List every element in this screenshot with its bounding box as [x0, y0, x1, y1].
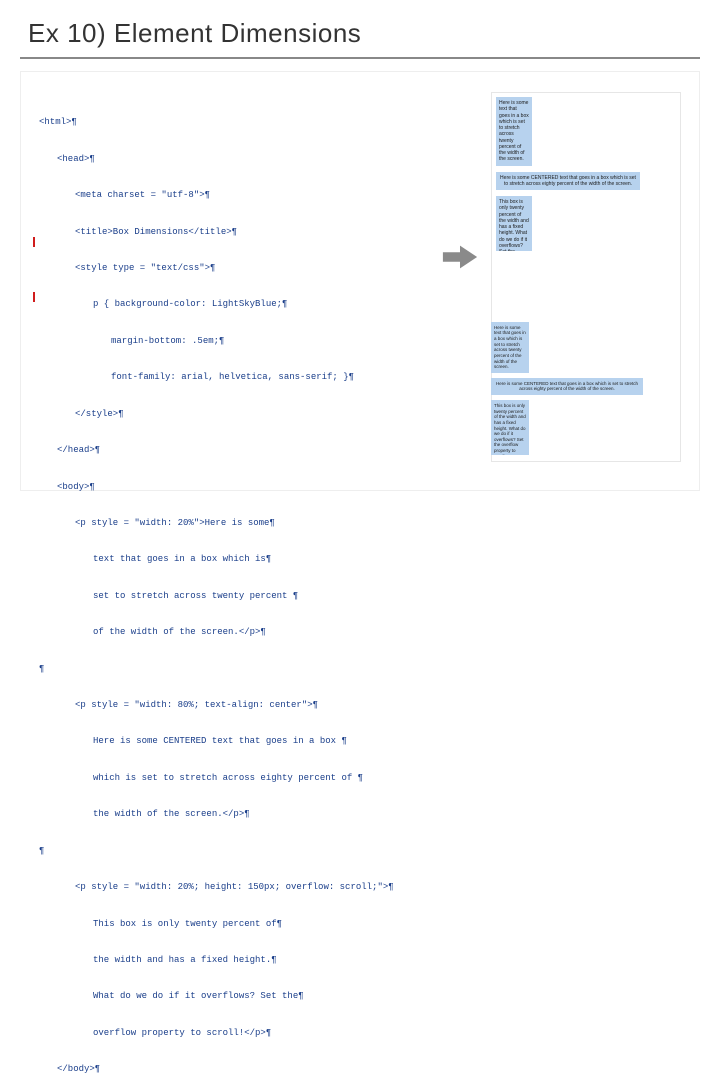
code-line: <body>¶ — [39, 481, 429, 493]
code-line: <html>¶ — [39, 116, 429, 128]
code-line: set to stretch across twenty percent ¶ — [39, 590, 429, 602]
code-line: font-family: arial, helvetica, sans-seri… — [39, 371, 429, 383]
preview-box-20-b: Here is some text that goes in a box whi… — [491, 322, 529, 373]
content-area: <html>¶ <head>¶ <meta charset = "utf-8">… — [20, 71, 700, 491]
code-line: </body>¶ — [39, 1063, 429, 1075]
code-line: which is set to stretch across eighty pe… — [39, 772, 429, 784]
preview-box-20: Here is some text that goes in a box whi… — [496, 97, 532, 166]
code-line: </style>¶ — [39, 408, 429, 420]
code-line: of the width of the screen.</p>¶ — [39, 626, 429, 638]
code-line: <style type = "text/css">¶ — [39, 262, 429, 274]
preview-box-20-scroll-b[interactable]: This box is only twenty percent of the w… — [491, 400, 529, 455]
code-line: <head>¶ — [39, 153, 429, 165]
arrow-icon — [441, 242, 479, 272]
code-line: p { background-color: LightSkyBlue;¶ — [39, 298, 429, 310]
code-line: the width and has a fixed height.¶ — [39, 954, 429, 966]
title-underline — [20, 57, 700, 59]
preview-box-80-centered-b: Here is some CENTERED text that goes in … — [491, 378, 643, 395]
code-line: ¶ — [39, 663, 429, 675]
code-line: <meta charset = "utf-8">¶ — [39, 189, 429, 201]
code-line: <p style = "width: 20%; height: 150px; o… — [39, 881, 429, 893]
render-preview-bottom: Here is some text that goes in a box whi… — [491, 322, 681, 460]
code-line: Here is some CENTERED text that goes in … — [39, 735, 429, 747]
code-line: ¶ — [39, 845, 429, 857]
code-line: <p style = "width: 80%; text-align: cent… — [39, 699, 429, 711]
code-line: <title>Box Dimensions</title>¶ — [39, 226, 429, 238]
code-line: <p style = "width: 20%">Here is some¶ — [39, 517, 429, 529]
code-line: margin-bottom: .5em;¶ — [39, 335, 429, 347]
code-line: This box is only twenty percent of¶ — [39, 918, 429, 930]
marker-1 — [33, 237, 35, 247]
code-line: overflow property to scroll!</p>¶ — [39, 1027, 429, 1039]
preview-box-20-scroll[interactable]: This box is only twenty percent of the w… — [496, 196, 532, 251]
code-line: What do we do if it overflows? Set the¶ — [39, 990, 429, 1002]
marker-2 — [33, 292, 35, 302]
code-line: the width of the screen.</p>¶ — [39, 808, 429, 820]
preview-box-80-centered: Here is some CENTERED text that goes in … — [496, 172, 640, 191]
code-block: <html>¶ <head>¶ <meta charset = "utf-8">… — [39, 92, 429, 1080]
slide-title: Ex 10) Element Dimensions — [0, 0, 720, 57]
code-line: </head>¶ — [39, 444, 429, 456]
code-line: text that goes in a box which is¶ — [39, 553, 429, 565]
